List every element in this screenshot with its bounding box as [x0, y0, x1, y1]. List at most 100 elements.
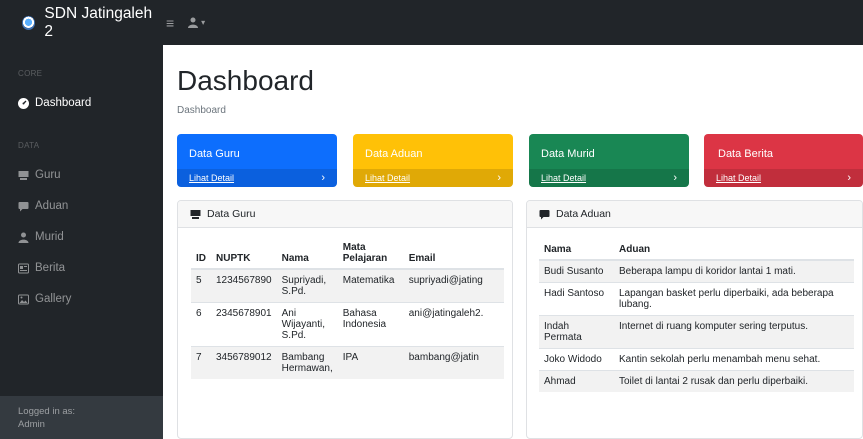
main-content: Dashboard Dashboard Data Guru Lihat Deta…: [163, 45, 863, 439]
sidebar-heading-data: DATA: [18, 141, 40, 150]
sidebar-item-aduan[interactable]: Aduan: [18, 200, 68, 212]
card-title: Data Berita: [718, 148, 774, 160]
column-header: Email: [403, 238, 504, 270]
menu-toggle-icon[interactable]: ≡: [166, 15, 174, 31]
lihat-detail-link[interactable]: Lihat Detail: [541, 173, 586, 183]
sidebar-item-guru[interactable]: Guru: [18, 169, 61, 181]
card-footer: Lihat Detail ›: [353, 169, 513, 187]
cell-nuptk: 1234567890: [211, 268, 277, 303]
panel-title: Data Aduan: [556, 208, 611, 220]
cell-aduan: Toilet di lantai 2 rusak dan perlu diper…: [614, 370, 854, 392]
cell-mapel: IPA: [337, 346, 404, 379]
cell-nama: Supriyadi, S.Pd.: [276, 268, 338, 303]
panel-data-aduan: Data Aduan Nama Aduan Budi Susanto Beber…: [526, 200, 863, 439]
cell-id: 5: [191, 268, 211, 303]
cell-email: bambang@jatin: [403, 346, 504, 379]
sidebar-item-label: Guru: [35, 169, 61, 181]
cell-nama: Hadi Santoso: [539, 282, 614, 316]
sidebar-heading-core: CORE: [18, 69, 43, 78]
chevron-down-icon: ▾: [201, 18, 206, 27]
logged-in-user: Admin: [18, 419, 45, 430]
sidebar: CORE Dashboard DATA Guru Aduan Murid Ber…: [0, 45, 163, 439]
newspaper-icon: [18, 263, 29, 273]
cell-aduan: Beberapa lampu di koridor lantai 1 mati.: [614, 259, 854, 283]
table-row: 7 3456789012 Bambang Hermawan, IPA bamba…: [191, 346, 504, 379]
card-data-murid: Data Murid Lihat Detail ›: [529, 134, 689, 187]
sidebar-item-label: Dashboard: [35, 97, 92, 109]
cell-id: 6: [191, 302, 211, 347]
chevron-right-icon[interactable]: ›: [497, 172, 501, 184]
card-footer: Lihat Detail ›: [529, 169, 689, 187]
column-header: Nama: [539, 240, 614, 261]
card-title: Data Guru: [189, 148, 240, 160]
chevron-right-icon[interactable]: ›: [673, 172, 677, 184]
cell-nama: Budi Susanto: [539, 259, 614, 283]
table-row: Ahmad Toilet di lantai 2 rusak dan perlu…: [539, 370, 854, 392]
logged-in-label: Logged in as:: [18, 406, 76, 417]
cell-mapel: Matematika: [337, 268, 404, 303]
table-row: Joko Widodo Kantin sekolah perlu menamba…: [539, 348, 854, 371]
panel-title: Data Guru: [207, 208, 256, 220]
table-row: 5 1234567890 Supriyadi, S.Pd. Matematika…: [191, 268, 504, 303]
sidebar-item-murid[interactable]: Murid: [18, 231, 64, 243]
cell-aduan: Internet di ruang komputer sering terput…: [614, 315, 854, 349]
chalkboard-teacher-icon: [18, 170, 29, 180]
top-navbar: SDN Jatingaleh 2 ≡ ▾: [0, 0, 863, 45]
sidebar-item-dashboard[interactable]: Dashboard: [18, 97, 91, 109]
brand[interactable]: SDN Jatingaleh 2: [0, 5, 160, 41]
sidebar-item-label: Berita: [35, 262, 66, 274]
aduan-table-wrapper: Nama Aduan Budi Susanto Beberapa lampu d…: [527, 228, 862, 392]
tachometer-icon: [18, 97, 29, 109]
cell-nama: Ani Wijayanti, S.Pd.: [276, 302, 338, 347]
chevron-right-icon[interactable]: ›: [321, 172, 325, 184]
guru-table: ID NUPTK Nama Mata Pelajaran Email 5 123…: [191, 238, 504, 379]
sidebar-item-label: Aduan: [35, 200, 69, 212]
lihat-detail-link[interactable]: Lihat Detail: [716, 173, 761, 183]
sidebar-item-label: Gallery: [35, 293, 72, 305]
chalkboard-teacher-icon: [190, 209, 201, 219]
sidebar-item-gallery[interactable]: Gallery: [18, 293, 71, 305]
card-data-aduan: Data Aduan Lihat Detail ›: [353, 134, 513, 187]
aduan-table: Nama Aduan Budi Susanto Beberapa lampu d…: [539, 240, 854, 392]
card-title: Data Murid: [541, 148, 595, 160]
cell-nama: Indah Permata: [539, 315, 614, 349]
card-title: Data Aduan: [365, 148, 423, 160]
panel-header: Data Aduan: [527, 201, 862, 228]
school-logo-icon: [22, 15, 36, 30]
sidebar-item-label: Murid: [35, 231, 64, 243]
table-row: Indah Permata Internet di ruang komputer…: [539, 315, 854, 349]
column-header: NUPTK: [211, 238, 277, 270]
card-data-guru: Data Guru Lihat Detail ›: [177, 134, 337, 187]
page-title: Dashboard: [177, 65, 314, 96]
lihat-detail-link[interactable]: Lihat Detail: [189, 173, 234, 183]
cell-email: ani@jatingaleh2.: [403, 302, 504, 347]
cell-id: 7: [191, 346, 211, 379]
chevron-right-icon[interactable]: ›: [847, 172, 851, 184]
cell-mapel: Bahasa Indonesia: [337, 302, 404, 347]
user-icon: [18, 232, 29, 243]
cell-aduan: Lapangan basket perlu diperbaiki, ada be…: [614, 282, 854, 316]
brand-name: SDN Jatingaleh 2: [44, 4, 153, 40]
comment-icon: [539, 209, 550, 219]
column-header: ID: [191, 238, 211, 270]
comment-icon: [18, 201, 29, 211]
cell-nuptk: 2345678901: [211, 302, 277, 347]
card-footer: Lihat Detail ›: [177, 169, 337, 187]
table-row: Hadi Santoso Lapangan basket perlu diper…: [539, 282, 854, 316]
sidebar-footer: Logged in as: Admin: [0, 396, 163, 439]
lihat-detail-link[interactable]: Lihat Detail: [365, 173, 410, 183]
panel-header: Data Guru: [178, 201, 512, 228]
cell-email: supriyadi@jating: [403, 268, 504, 303]
cell-nuptk: 3456789012: [211, 346, 277, 379]
card-data-berita: Data Berita Lihat Detail ›: [704, 134, 863, 187]
column-header: Nama: [276, 238, 338, 270]
cell-aduan: Kantin sekolah perlu menambah menu sehat…: [614, 348, 854, 371]
column-header: Aduan: [614, 240, 854, 261]
breadcrumb: Dashboard: [177, 105, 226, 116]
panel-data-guru: Data Guru ID NUPTK Nama Mata Pelajaran E…: [177, 200, 513, 439]
sidebar-item-berita[interactable]: Berita: [18, 262, 65, 274]
user-dropdown[interactable]: ▾: [188, 17, 205, 28]
column-header: Mata Pelajaran: [337, 238, 404, 270]
cell-nama: Bambang Hermawan,: [276, 346, 338, 379]
cell-nama: Joko Widodo: [539, 348, 614, 371]
